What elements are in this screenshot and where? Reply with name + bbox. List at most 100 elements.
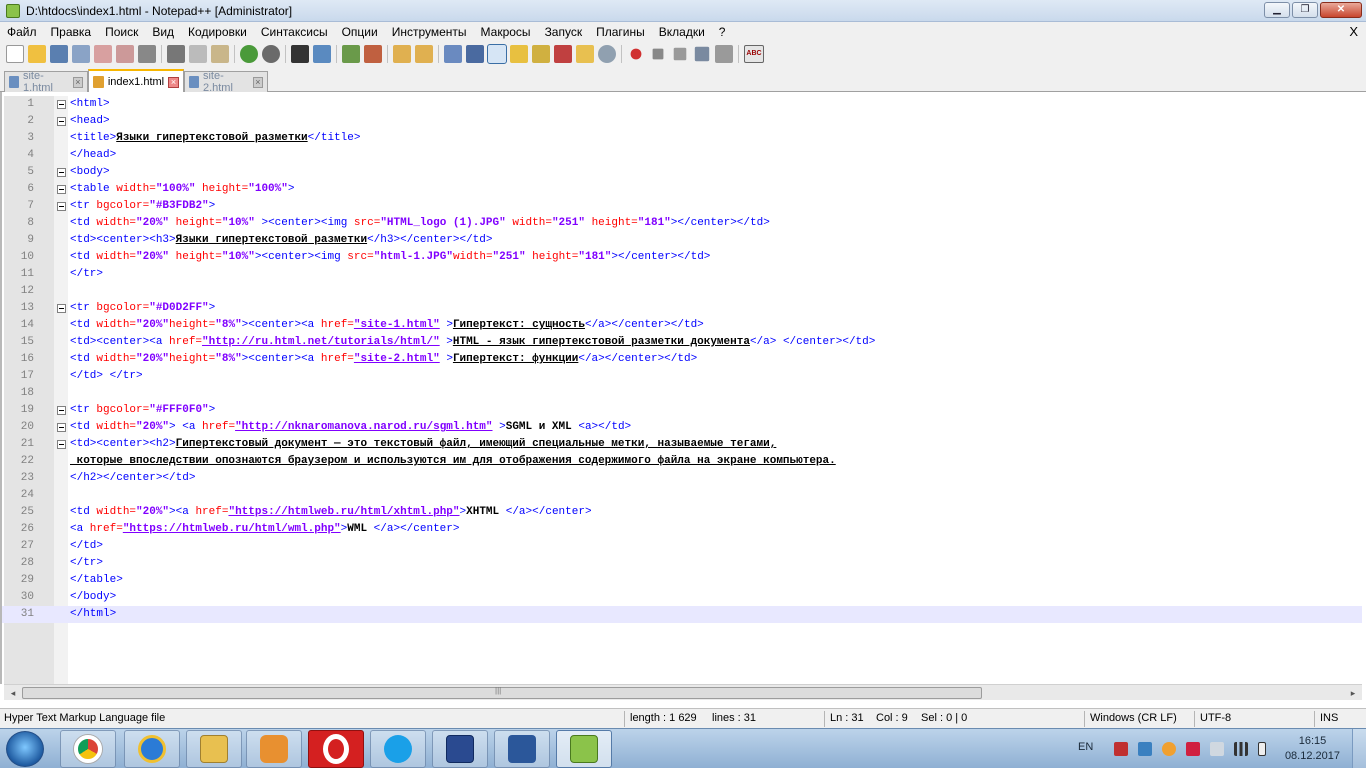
code-line[interactable]: 14 <td width="20%"height="8%"><center><a …: [2, 317, 1362, 334]
maximize-button[interactable]: ❐: [1292, 2, 1318, 18]
code-line[interactable]: 24: [2, 487, 1362, 504]
menu-view[interactable]: Вид: [145, 25, 181, 39]
menu-language[interactable]: Синтаксисы: [254, 25, 335, 39]
code-line[interactable]: 15 <td><center><a href="http://ru.html.ne…: [2, 334, 1362, 351]
fold-toggle-icon[interactable]: [57, 117, 66, 126]
code-line[interactable]: 30 </body>: [2, 589, 1362, 606]
taskbar-save-app[interactable]: [432, 730, 488, 768]
taskbar-chrome[interactable]: [60, 730, 116, 768]
code-line[interactable]: 23 </h2></center></td>: [2, 470, 1362, 487]
save-icon[interactable]: [50, 45, 68, 63]
code-line[interactable]: 4 </head>: [2, 147, 1362, 164]
paste-icon[interactable]: [211, 45, 229, 63]
print-icon[interactable]: [138, 45, 156, 63]
code-line[interactable]: 1 <html>: [2, 96, 1362, 113]
undo-icon[interactable]: [240, 45, 258, 63]
menu-plugins[interactable]: Плагины: [589, 25, 652, 39]
code-line[interactable]: 5 <body>: [2, 164, 1362, 181]
show-all-chars-icon[interactable]: [466, 45, 484, 63]
tab-site-1[interactable]: site-1.html ×: [4, 70, 88, 94]
zoom-out-icon[interactable]: [364, 45, 382, 63]
sync-horizontal-icon[interactable]: [415, 45, 433, 63]
horizontal-scrollbar[interactable]: ◂ ||| ▸: [4, 684, 1362, 700]
function-list-icon[interactable]: [554, 45, 572, 63]
close-window-button[interactable]: ✕: [1320, 2, 1362, 18]
code-line[interactable]: 19 <tr bgcolor="#FFF0F0">: [2, 402, 1362, 419]
volume-icon[interactable]: [1210, 742, 1224, 756]
fold-toggle-icon[interactable]: [57, 202, 66, 211]
menu-window[interactable]: Вкладки: [652, 25, 712, 39]
close-tab-icon[interactable]: ×: [72, 76, 83, 88]
code-line[interactable]: 16 <td width="20%"height="8%"><center><a …: [2, 351, 1362, 368]
fold-toggle-icon[interactable]: [57, 100, 66, 109]
save-all-icon[interactable]: [72, 45, 90, 63]
network-app-icon[interactable]: [1138, 742, 1152, 756]
flash-icon[interactable]: [1186, 742, 1200, 756]
menu-tools[interactable]: Инструменты: [385, 25, 474, 39]
code-line-current[interactable]: 31 </html>: [2, 606, 1362, 623]
spellcheck-icon[interactable]: ABC: [744, 45, 764, 63]
record-macro-icon[interactable]: [630, 48, 642, 60]
menu-edit[interactable]: Правка: [44, 25, 99, 39]
monitoring-icon[interactable]: [598, 45, 616, 63]
antivirus-icon[interactable]: [1114, 742, 1128, 756]
language-indicator[interactable]: EN: [1078, 741, 1093, 753]
replace-icon[interactable]: [313, 45, 331, 63]
code-line[interactable]: 25 <td width="20%"><a href="https://htmlw…: [2, 504, 1362, 521]
code-line[interactable]: 29 </table>: [2, 572, 1362, 589]
menu-help[interactable]: ?: [712, 25, 733, 39]
close-tab-icon[interactable]: ×: [168, 76, 179, 88]
notepadpp-app-icon[interactable]: [6, 3, 20, 18]
fold-toggle-icon[interactable]: [57, 423, 66, 432]
menu-search[interactable]: Поиск: [98, 25, 145, 39]
code-line[interactable]: 11 </tr>: [2, 266, 1362, 283]
code-line[interactable]: 28 </tr>: [2, 555, 1362, 572]
open-file-icon[interactable]: [28, 45, 46, 63]
taskbar-ie[interactable]: [124, 730, 180, 768]
fold-toggle-icon[interactable]: [57, 440, 66, 449]
menu-encoding[interactable]: Кодировки: [181, 25, 254, 39]
close-all-icon[interactable]: [116, 45, 134, 63]
code-line[interactable]: 9 <td><center><h3>Языки гипертекстовой ра…: [2, 232, 1362, 249]
doc-map-icon[interactable]: [532, 45, 550, 63]
copy-icon[interactable]: [189, 45, 207, 63]
code-line[interactable]: 3 <title>Языки гипертекстовой разметки</t…: [2, 130, 1362, 147]
start-button[interactable]: [6, 731, 44, 767]
code-line[interactable]: 7 <tr bgcolor="#B3FDB2">: [2, 198, 1362, 215]
menu-settings[interactable]: Опции: [335, 25, 385, 39]
avast-icon[interactable]: [1162, 742, 1176, 756]
fold-toggle-icon[interactable]: [57, 406, 66, 415]
clock[interactable]: 16:15 08.12.2017: [1285, 734, 1340, 764]
code-line[interactable]: 12: [2, 283, 1362, 300]
code-line[interactable]: 26 <a href="https://htmlweb.ru/html/wml.p…: [2, 521, 1362, 538]
taskbar-notepadpp[interactable]: [556, 730, 612, 768]
code-line[interactable]: 17 </td> </tr>: [2, 368, 1362, 385]
code-line[interactable]: 27 </td>: [2, 538, 1362, 555]
code-editor[interactable]: 1 <html> 2 <head> 3 <title>Языки гипертекст…: [0, 92, 1366, 684]
zoom-in-icon[interactable]: [342, 45, 360, 63]
close-file-icon[interactable]: [94, 45, 112, 63]
taskbar-explorer[interactable]: [186, 730, 242, 768]
code-line[interactable]: 10 <td width="20%" height="10%"><center><…: [2, 249, 1362, 266]
taskbar-skype[interactable]: [370, 730, 426, 768]
battery-icon[interactable]: [1258, 742, 1266, 756]
word-wrap-icon[interactable]: [444, 45, 462, 63]
signal-icon[interactable]: [1234, 742, 1248, 756]
folder-workspace-icon[interactable]: [576, 45, 594, 63]
taskbar-word[interactable]: [494, 730, 550, 768]
minimize-button[interactable]: ▁: [1264, 2, 1290, 18]
code-line[interactable]: 13 <tr bgcolor="#D0D2FF">: [2, 300, 1362, 317]
taskbar-opera[interactable]: [308, 730, 364, 768]
code-line[interactable]: 21 <td><center><h2>Гипертекстовый докумен…: [2, 436, 1362, 453]
find-icon[interactable]: [291, 45, 309, 63]
taskbar-media-player[interactable]: [246, 730, 302, 768]
user-language-icon[interactable]: [510, 45, 528, 63]
code-line[interactable]: 6 <table width="100%" height="100%">: [2, 181, 1362, 198]
redo-icon[interactable]: [262, 45, 280, 63]
save-macro-icon[interactable]: [715, 45, 733, 63]
stop-macro-icon[interactable]: [652, 48, 664, 60]
menu-file[interactable]: Файл: [0, 25, 44, 39]
menu-macro[interactable]: Макросы: [474, 25, 538, 39]
scroll-left-icon[interactable]: ◂: [6, 686, 20, 700]
code-line[interactable]: 18: [2, 385, 1362, 402]
